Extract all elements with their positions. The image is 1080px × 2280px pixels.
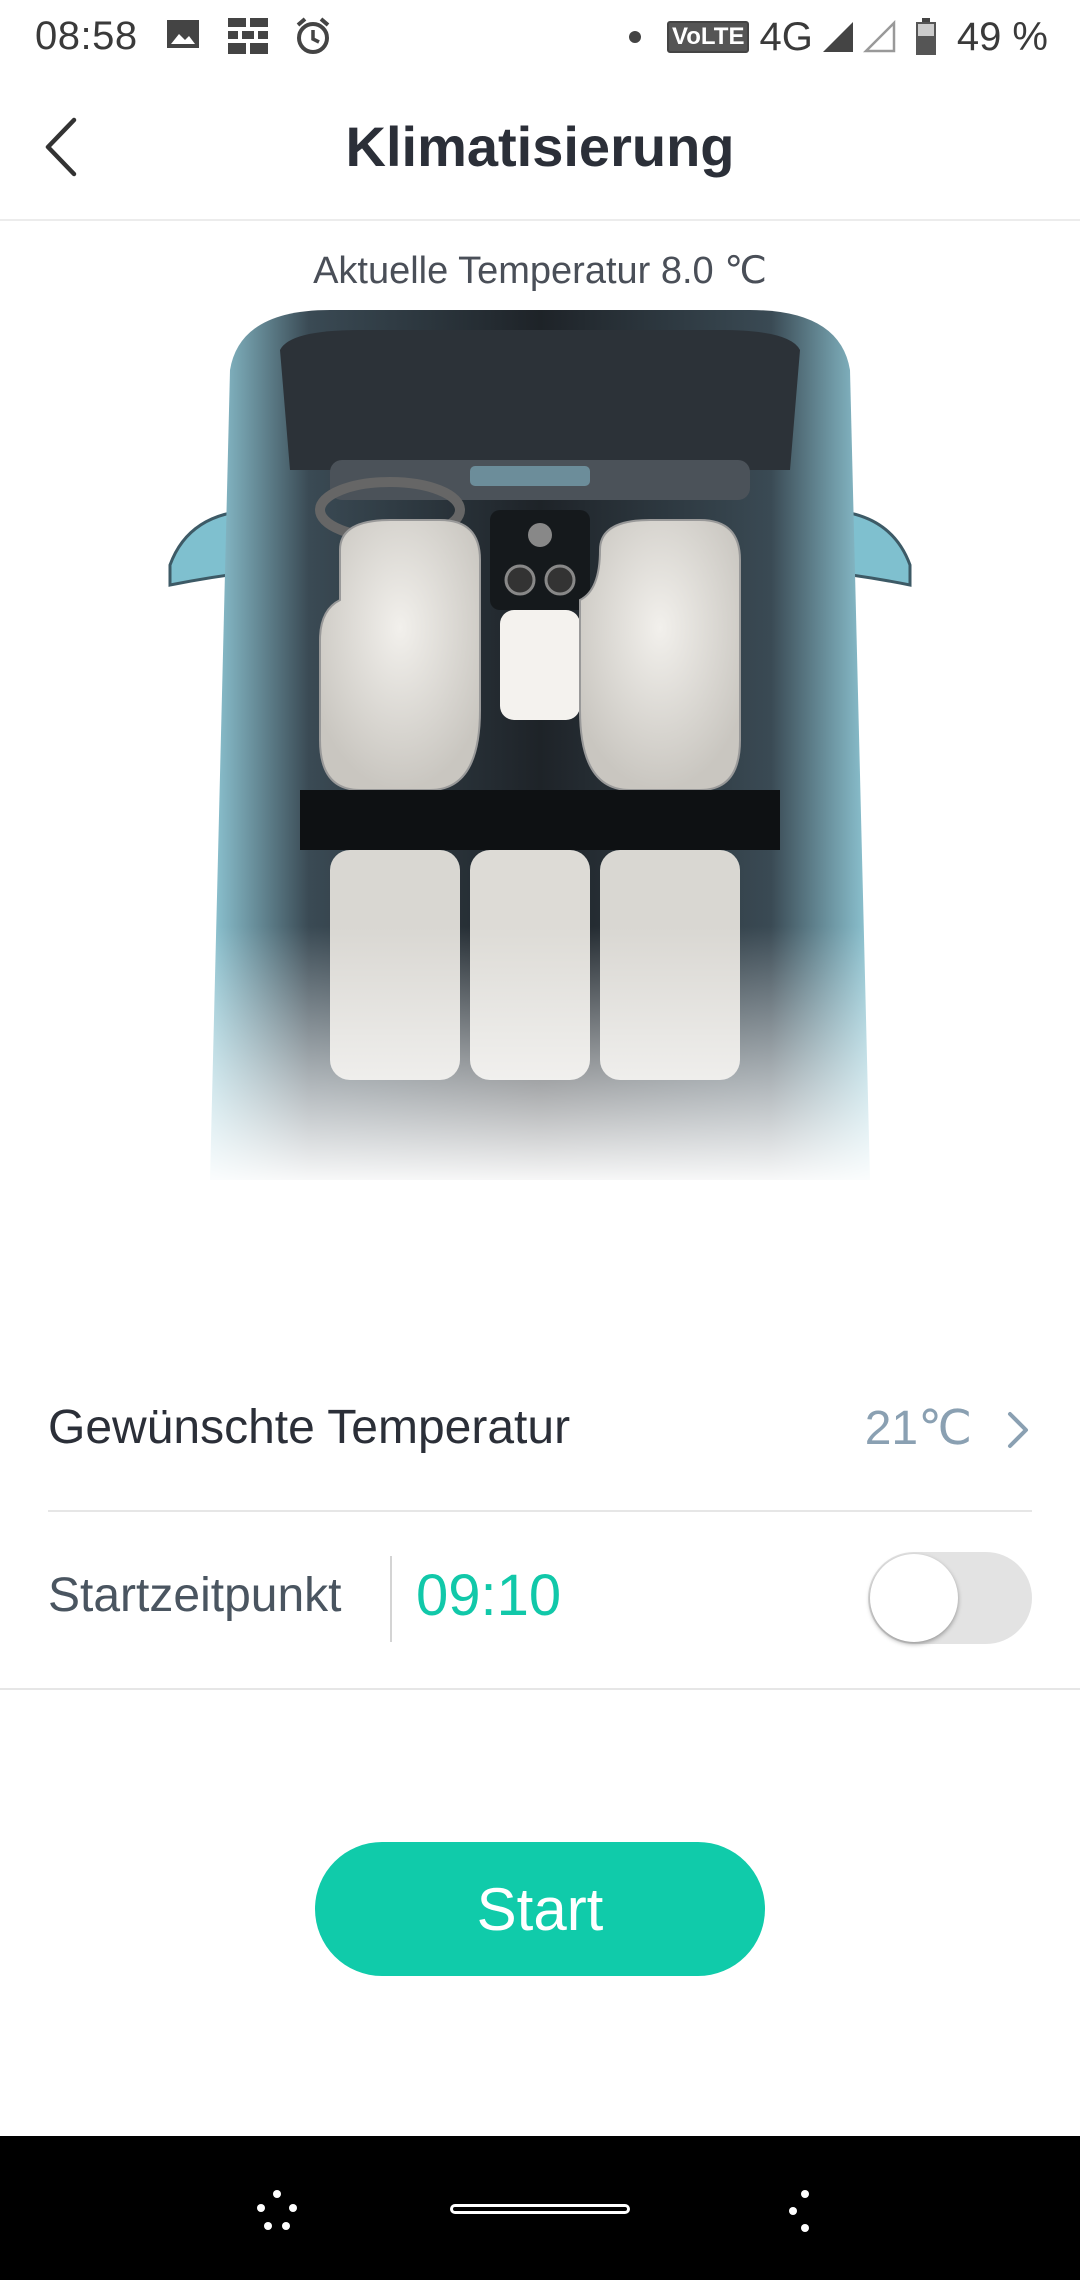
battery-percent: 49 %: [956, 14, 1048, 59]
toggle-knob: [870, 1554, 958, 1642]
chevron-right-icon: [1008, 1412, 1028, 1448]
section-divider: [0, 1688, 1080, 1690]
dot-icon: [629, 31, 642, 43]
network-type: 4G: [759, 14, 813, 59]
car-top-view-image: [130, 310, 950, 1190]
app-bar: Klimatisierung: [0, 74, 1080, 221]
status-bar: 08:58 VoLTE 4G 49 %: [0, 0, 1080, 74]
signal-icon: [822, 22, 853, 52]
start-time-toggle[interactable]: [868, 1552, 1032, 1644]
vertical-divider: [390, 1556, 392, 1642]
start-time-row: Startzeitpunkt 09:10: [48, 1512, 1032, 1687]
nav-recents-icon[interactable]: [252, 2186, 302, 2236]
start-button[interactable]: Start: [315, 1842, 765, 1976]
signal-empty-icon: [862, 20, 896, 53]
nav-home-bar[interactable]: [450, 2204, 630, 2214]
current-temperature: Aktuelle Temperatur 8.0 ℃: [313, 250, 767, 292]
desired-temperature-label: Gewünschte Temperatur: [48, 1401, 571, 1454]
grid-icon: [228, 18, 268, 54]
status-time: 08:58: [35, 14, 138, 58]
image-icon: [167, 20, 199, 48]
nav-back-icon[interactable]: [775, 2186, 825, 2236]
desired-temperature-value: 21℃: [864, 1402, 972, 1455]
system-nav-bar: [0, 2136, 1080, 2280]
battery-icon: [915, 18, 936, 55]
start-time-label: Startzeitpunkt: [48, 1569, 342, 1622]
volte-badge: VoLTE: [667, 21, 750, 53]
desired-temperature-row[interactable]: Gewünschte Temperatur 21℃: [48, 1360, 1032, 1512]
status-right: VoLTE 4G 49 %: [629, 14, 1048, 60]
alarm-icon: [296, 17, 330, 54]
page-title: Klimatisierung: [345, 115, 735, 178]
start-time-value[interactable]: 09:10: [416, 1562, 561, 1629]
